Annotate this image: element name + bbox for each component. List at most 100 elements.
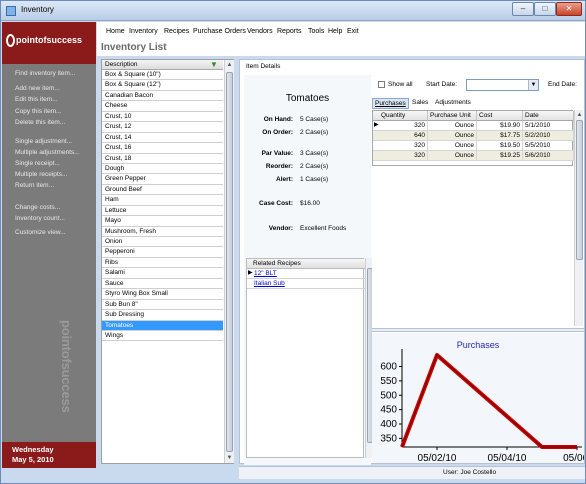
list-item[interactable]: Onion [102, 237, 223, 248]
column-header-cost[interactable]: Cost [477, 111, 523, 121]
cell-unit: Ounce [428, 121, 477, 131]
related-recipe-row[interactable]: ▶ 12" BLT [247, 269, 365, 279]
menu-home[interactable]: Home [106, 28, 125, 35]
checkbox-box[interactable] [378, 81, 385, 88]
list-item[interactable]: Cheese [102, 101, 223, 112]
list-item[interactable]: Box & Square (12") [102, 80, 223, 91]
sidebar-link-return-item[interactable]: Return item... [15, 182, 54, 189]
minimize-button[interactable]: – [512, 2, 534, 16]
sidebar-link-add-new-item[interactable]: Add new item... [15, 85, 60, 92]
list-item[interactable]: Mushroom, Fresh [102, 227, 223, 237]
menu-inventory[interactable]: Inventory [129, 28, 158, 35]
title-bar[interactable]: Inventory – □ ✕ [1, 1, 585, 21]
table-row[interactable]: 640 Ounce $17.75 5/2/2010 [373, 131, 574, 141]
menu-vendors[interactable]: Vendors [247, 28, 273, 35]
menu-tools[interactable]: Tools [308, 28, 324, 35]
list-item[interactable]: Green Pepper [102, 174, 223, 185]
list-item[interactable]: Sub Bun 8" [102, 300, 223, 311]
sidebar-link-delete-this-item[interactable]: Delete this item... [15, 119, 65, 126]
chevron-down-icon[interactable]: ▼ [528, 80, 538, 90]
table-row[interactable]: 320 Ounce $19.25 5/6/2010 [373, 151, 574, 161]
menu-help[interactable]: Help [328, 28, 342, 35]
column-header-date[interactable]: Date [523, 111, 574, 121]
tab-sales[interactable]: Sales [410, 98, 430, 109]
sidebar-link-customize-view[interactable]: Customize view... [15, 229, 66, 236]
list-scroll-thumb[interactable] [226, 72, 233, 452]
list-item[interactable]: Sauce [102, 279, 223, 290]
list-item[interactable]: Pepperoni [102, 247, 223, 258]
table-row[interactable]: ▶ 320 Ounce $19.90 5/1/2010 [373, 121, 574, 131]
tab-item-details[interactable]: Item Details [242, 62, 284, 73]
grid-scrollbar[interactable]: ▲ [574, 110, 583, 326]
list-header[interactable]: Description [102, 60, 223, 70]
field-value-par-value: 3 Case(s) [300, 150, 329, 157]
list-item[interactable]: Styro Wing Box Small [102, 289, 223, 300]
related-recipes-header: Related Recipes [247, 259, 365, 269]
list-item[interactable]: Mayo [102, 216, 223, 227]
list-item[interactable]: Canadian Bacon [102, 91, 223, 102]
item-detail-panel: Tomatoes Related Recipes ▶ 12" BLT Italian… [244, 75, 373, 465]
menu-reports[interactable]: Reports [277, 28, 302, 35]
table-row[interactable]: 320 Ounce $19.50 5/5/2010 [373, 141, 574, 151]
list-item[interactable]: Crust, 16 [102, 143, 223, 154]
sidebar-link-change-costs[interactable]: Change costs... [15, 204, 60, 211]
related-recipe-row[interactable]: Italian Sub [247, 279, 365, 289]
description-column-header[interactable]: Description [105, 61, 138, 68]
sidebar-link-single-receipt[interactable]: Single receipt... [15, 160, 60, 167]
menu-recipes[interactable]: Recipes [164, 28, 189, 35]
tab-purchases[interactable]: Purchases [372, 98, 409, 109]
list-item[interactable]: Crust, 12 [102, 122, 223, 133]
list-item[interactable]: Tomatoes [102, 320, 223, 331]
list-item[interactable]: Box & Square (10") [102, 70, 223, 81]
sidebar-link-multiple-adjustments[interactable]: Multiple adjustments... [15, 149, 80, 156]
sidebar-link-copy-this-item[interactable]: Copy this item... [15, 108, 62, 115]
sidebar-link-inventory-count[interactable]: Inventory count... [15, 215, 65, 222]
history-pane: Show all Start Date: ▼ End Date: Quantit… [372, 75, 584, 463]
list-item[interactable]: Crust, 10 [102, 112, 223, 123]
item-name: Tomatoes [285, 93, 330, 104]
page-header: Inventory List [97, 42, 585, 56]
list-item[interactable]: Dough [102, 164, 223, 175]
close-button[interactable]: ✕ [556, 2, 582, 16]
list-item[interactable]: Crust, 14 [102, 133, 223, 144]
chart-canvas: 600 550 500 450 400 350 05/02/10 05/04/10 05/06/ [380, 349, 584, 463]
brand-watermark: pointofsuccess [59, 320, 74, 413]
pane-splitter[interactable] [372, 328, 584, 332]
scroll-up-arrow-icon[interactable]: ▲ [225, 60, 234, 70]
grid-scroll-up-icon[interactable]: ▲ [575, 110, 584, 120]
x-tick-label: 05/06/ [563, 453, 584, 463]
list-item[interactable]: Salami [102, 268, 223, 279]
list-item[interactable]: Sub Dressing [102, 310, 223, 321]
scroll-down-arrow-icon[interactable]: ▼ [225, 453, 234, 463]
cell-quantity: 320 [379, 151, 428, 161]
column-header-quantity[interactable]: Quantity [379, 111, 428, 121]
grid-scroll-thumb[interactable] [576, 120, 583, 260]
list-item[interactable]: Crust, 18 [102, 154, 223, 164]
sidebar-link-multiple-receipts[interactable]: Multiple receipts... [15, 171, 67, 178]
sidebar-link-find-inventory-item[interactable]: Find inventory item... [15, 70, 75, 77]
list-item[interactable]: Lettuce [102, 206, 223, 217]
add-item-icon[interactable]: ▼ [210, 61, 218, 69]
sidebar-link-edit-this-item[interactable]: Edit this item... [15, 96, 58, 103]
column-header-purchase-unit[interactable]: Purchase Unit [428, 111, 477, 121]
list-item[interactable]: Ground Beef [102, 185, 223, 196]
details-frame: Item Details Tomatoes Related Recipes ▶ 1… [239, 59, 585, 465]
list-item[interactable]: Wings [102, 331, 223, 342]
related-recipes-grid: Related Recipes ▶ 12" BLT Italian Sub [246, 258, 365, 458]
list-item[interactable]: Ribs [102, 258, 223, 269]
sidebar-link-single-adjustment[interactable]: Single adjustment... [15, 138, 72, 145]
related-recipe-link[interactable]: Italian Sub [254, 280, 285, 287]
field-value-vendor: Excellent Foods [300, 225, 347, 232]
menu-exit[interactable]: Exit [347, 28, 359, 35]
start-date-picker[interactable]: ▼ [466, 79, 539, 91]
show-all-checkbox[interactable]: Show all [378, 81, 413, 88]
related-recipe-link[interactable]: 12" BLT [254, 270, 277, 277]
menu-purchase-orders[interactable]: Purchase Orders [193, 28, 246, 35]
list-item[interactable]: Ham [102, 195, 223, 206]
field-value-on-order: 2 Case(s) [300, 129, 329, 136]
list-scrollbar[interactable]: ▲ ▼ [224, 60, 234, 463]
list-rows: Box & Square (10") Box & Square (12") Cana… [102, 70, 223, 342]
tab-adjustments[interactable]: Adjustments [433, 98, 473, 109]
maximize-button[interactable]: □ [534, 2, 556, 16]
cell-quantity: 320 [379, 141, 428, 151]
